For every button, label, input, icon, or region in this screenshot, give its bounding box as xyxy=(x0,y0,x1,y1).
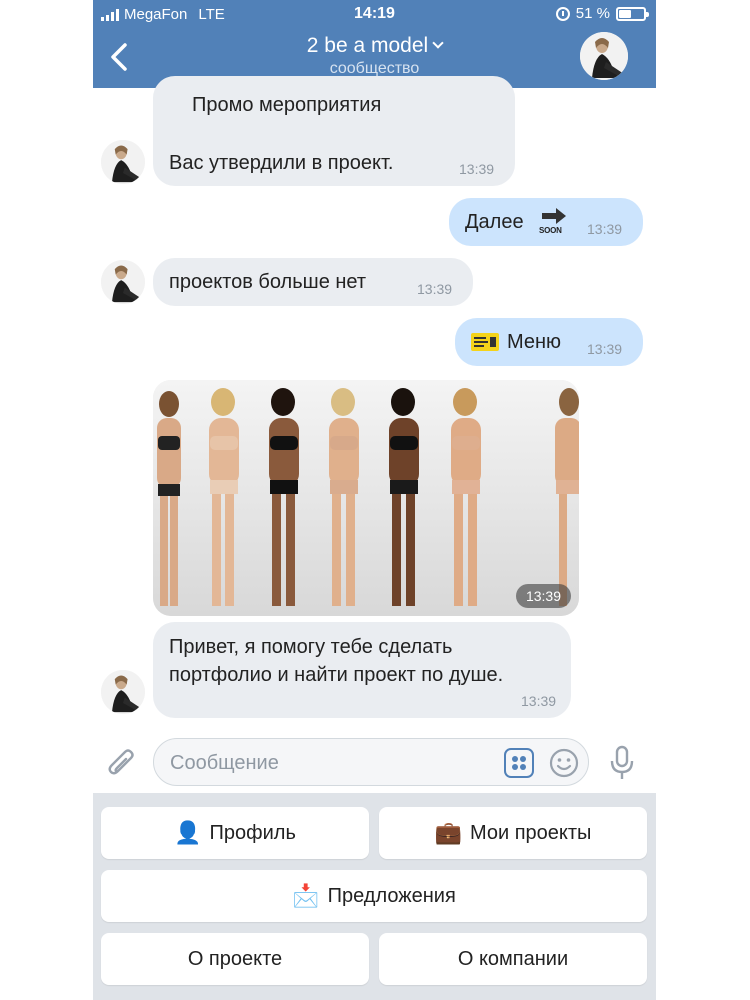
composer: Сообщение xyxy=(93,734,656,792)
message-input[interactable]: Сообщение xyxy=(153,738,589,786)
emoji-button[interactable] xyxy=(548,747,580,779)
chat-title-row[interactable]: 2 be a model xyxy=(306,34,444,58)
message-text-line: Вас утвердили в проект. xyxy=(169,152,394,174)
button-label: Предложения xyxy=(327,884,456,907)
model-avatar-image xyxy=(101,670,145,714)
message-text: Далее xyxy=(465,211,524,233)
chevron-down-icon xyxy=(432,37,444,49)
message-bubble-incoming[interactable]: Привет, я помогу тебе сделать портфолио … xyxy=(153,622,571,718)
sender-avatar[interactable] xyxy=(101,140,145,184)
offers-button[interactable]: 📩 Предложения xyxy=(101,870,647,922)
message-bubble-incoming[interactable]: проектов больше нет 13:39 xyxy=(153,258,473,306)
soon-arrow-icon: SOON xyxy=(539,207,569,235)
about-company-button[interactable]: О компании xyxy=(379,933,647,985)
sender-avatar[interactable] xyxy=(101,260,145,304)
message-text: проектов больше нет xyxy=(169,271,367,293)
bust-icon: 👤 xyxy=(174,820,202,845)
profile-button[interactable]: 👤 Профиль xyxy=(101,807,369,859)
photo-message[interactable]: 13:39 xyxy=(153,380,579,616)
battery-icon xyxy=(616,6,649,21)
status-right: 51 % xyxy=(555,5,649,22)
briefcase-icon: 💼 xyxy=(434,820,462,845)
voice-button[interactable] xyxy=(607,744,637,782)
model-avatar-image xyxy=(101,260,145,304)
message-time: 13:39 xyxy=(587,341,623,357)
envelope-icon: 📩 xyxy=(292,883,320,908)
button-label: Мои проекты xyxy=(469,821,592,844)
status-bar: MegaFon LTE 14:19 51 % xyxy=(93,0,656,28)
model-avatar-image xyxy=(580,32,628,80)
ticket-icon xyxy=(471,333,499,351)
model-avatar-image xyxy=(101,140,145,184)
bot-keyboard: 👤 Профиль 💼 Мои проекты 📩 Предложения О … xyxy=(93,793,656,1000)
smile-icon xyxy=(549,748,579,778)
message-text-line: Привет, я помогу тебе сделать xyxy=(169,636,453,658)
button-label: Профиль xyxy=(209,821,296,844)
button-label: О компании xyxy=(457,947,569,970)
message-text-line: портфолио и найти проект по душе. xyxy=(169,664,504,686)
chat-title: 2 be a model xyxy=(306,34,429,57)
message-bubble-outgoing[interactable]: Далее SOON 13:39 xyxy=(449,198,643,246)
message-bubble-outgoing[interactable]: Меню 13:39 xyxy=(455,318,643,366)
community-avatar[interactable] xyxy=(580,32,628,80)
soon-label: SOON xyxy=(539,226,562,235)
message-bubble-incoming[interactable]: Промо мероприятия Вас утвердили в проект… xyxy=(153,76,515,186)
message-time: 13:39 xyxy=(459,161,495,177)
button-label: О проекте xyxy=(187,947,283,970)
message-input-placeholder: Сообщение xyxy=(170,752,279,774)
message-time: 13:39 xyxy=(587,221,623,237)
chat-header: MegaFon LTE 14:19 51 % 2 be a model сооб… xyxy=(93,0,656,88)
my-projects-button[interactable]: 💼 Мои проекты xyxy=(379,807,647,859)
attach-button[interactable] xyxy=(107,746,137,780)
message-time: 13:39 xyxy=(521,693,557,709)
message-time: 13:39 xyxy=(417,281,453,297)
photo-time: 13:39 xyxy=(515,584,571,608)
bot-keyboard-button[interactable] xyxy=(504,748,534,778)
title-block[interactable]: 2 be a model сообщество xyxy=(93,34,656,78)
microphone-icon xyxy=(610,745,634,779)
paperclip-icon xyxy=(108,749,134,775)
sender-avatar[interactable] xyxy=(101,670,145,714)
about-project-button[interactable]: О проекте xyxy=(101,933,369,985)
chat-screen: MegaFon LTE 14:19 51 % 2 be a model сооб… xyxy=(93,0,656,1000)
models-photo xyxy=(153,380,579,616)
message-text: Меню xyxy=(507,331,562,353)
battery-percent: 51 % xyxy=(575,5,610,22)
alarm-icon xyxy=(555,6,570,21)
message-text-line: Промо мероприятия xyxy=(192,94,382,116)
